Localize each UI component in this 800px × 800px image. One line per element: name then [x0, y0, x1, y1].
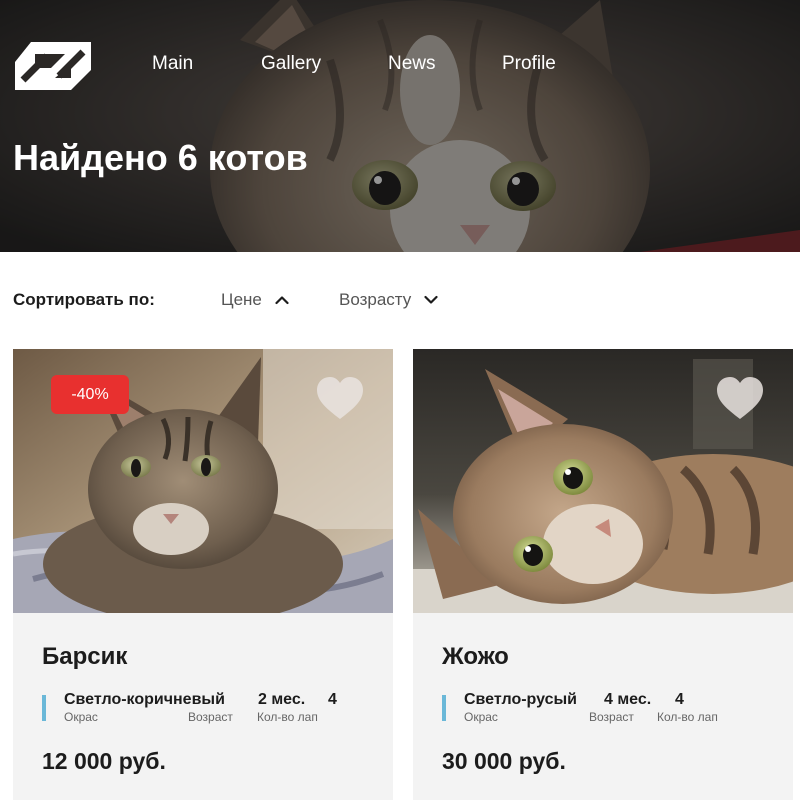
cat-price: 12 000 руб.: [42, 748, 166, 774]
cat-photo: [413, 349, 793, 613]
sort-by-price-button[interactable]: Цене: [221, 288, 289, 312]
logo-icon[interactable]: [13, 40, 93, 92]
page-title: Найдено 6 котов: [13, 137, 308, 178]
cat-properties: Светло-русый Окрас 4 мес. Возраст 4 Кол-…: [442, 691, 782, 725]
color-value: Светло-русый: [464, 691, 578, 708]
accent-bar: [442, 695, 446, 721]
color-value: Светло-коричневый: [64, 691, 225, 708]
discount-badge: -40%: [51, 375, 129, 414]
cat-properties: Светло-коричневый Окрас 2 мес. Возраст 4…: [42, 691, 382, 725]
heart-icon[interactable]: [715, 375, 765, 421]
paws-value: 4: [675, 691, 684, 708]
sort-label: Сортировать по:: [13, 290, 155, 309]
age-value: 2 мес.: [258, 691, 306, 708]
color-label: Окрас: [464, 710, 498, 724]
hero-overlay: [0, 0, 800, 252]
paws-label: Кол-во лап: [657, 710, 718, 724]
paws-value: 4: [328, 691, 337, 708]
age-label: Возраст: [188, 710, 233, 724]
cat-photo: -40%: [13, 349, 393, 613]
cat-name: Барсик: [42, 643, 128, 670]
heart-icon[interactable]: [315, 375, 365, 421]
chevron-down-icon: [424, 295, 438, 304]
cat-card[interactable]: Жожо Светло-русый Окрас 4 мес. Возраст 4…: [413, 349, 793, 800]
nav-item-main[interactable]: Main: [152, 52, 193, 76]
sort-option-label: Цене: [221, 290, 262, 309]
sort-option-label: Возрасту: [339, 290, 412, 309]
age-value: 4 мес.: [604, 691, 652, 708]
nav-item-profile[interactable]: Profile: [502, 52, 556, 76]
nav-item-news[interactable]: News: [388, 52, 436, 76]
sort-by-age-button[interactable]: Возрасту: [339, 288, 438, 312]
accent-bar: [42, 695, 46, 721]
paws-label: Кол-во лап: [257, 710, 318, 724]
color-label: Окрас: [64, 710, 98, 724]
cat-name: Жожо: [442, 643, 509, 670]
cat-card[interactable]: -40% Барсик Светло-коричневый Окрас 2 ме…: [13, 349, 393, 800]
chevron-up-icon: [275, 296, 289, 305]
nav-item-gallery[interactable]: Gallery: [261, 52, 321, 76]
age-label: Возраст: [589, 710, 634, 724]
hero-banner: Main Gallery News Profile Найдено 6 кото…: [0, 0, 800, 252]
cat-price: 30 000 руб.: [442, 748, 566, 774]
